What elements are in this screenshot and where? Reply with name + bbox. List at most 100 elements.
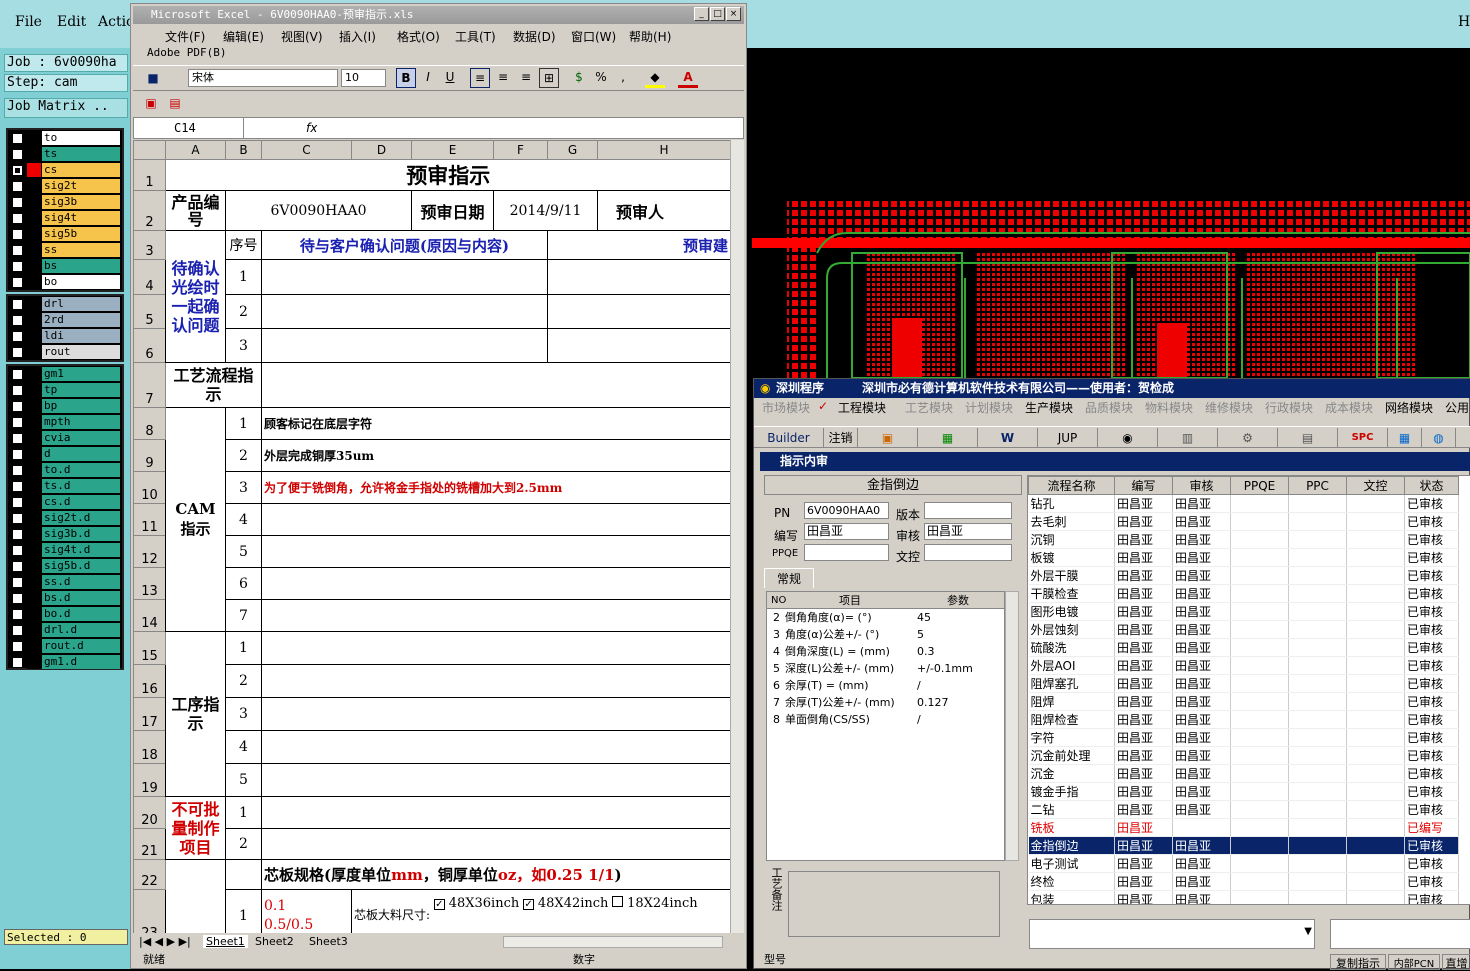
flow-cell[interactable]: 田昌亚 [1172,548,1231,567]
flow-cell[interactable]: 田昌亚 [1114,800,1173,819]
col-header[interactable]: H [597,140,730,160]
flow-cell[interactable] [1288,872,1347,891]
internal-pcn-button[interactable]: 内部PCN [1388,954,1440,970]
layer-toggle[interactable] [12,641,23,652]
flow-row[interactable]: 图形电镀 田昌亚 田昌亚 已审核 [1028,602,1459,621]
flow-cell[interactable]: 田昌亚 [1114,764,1173,783]
layer-name[interactable]: gm1.d [42,655,120,669]
process-cell[interactable] [261,730,730,764]
flow-cell[interactable]: 阻焊检查 [1028,710,1115,729]
param-row[interactable]: 5 深度(L)公差+/- (mm) +/-0.1mm [767,660,1004,677]
logout-button[interactable]: 注销 [824,428,858,448]
flow-row[interactable]: 钻孔 田昌亚 田昌亚 已审核 [1028,494,1459,513]
layer-name[interactable]: bp [42,399,120,413]
layer-row[interactable]: sig5b.d [8,558,122,574]
flow-cell[interactable]: 已审核 [1404,764,1459,783]
dropdown-arrow-icon[interactable]: ▼ [1304,926,1312,937]
layer-toggle[interactable] [12,561,23,572]
row-number[interactable]: 13 [133,567,166,600]
suggest-header[interactable]: 预审建 [547,230,730,260]
flow-cell[interactable] [1230,872,1289,891]
flow-cell[interactable]: 田昌亚 [1172,872,1231,891]
layer-name[interactable]: bo.d [42,607,120,621]
layer-toggle[interactable] [12,657,23,668]
flow-cell[interactable] [1346,746,1405,765]
flow-cell[interactable]: 已审核 [1404,566,1459,585]
flow-cell[interactable]: 沉金 [1028,764,1115,783]
cam-item[interactable] [261,535,730,568]
flow-cell[interactable]: 镀金手指 [1028,782,1115,801]
flow-cell[interactable]: 田昌亚 [1114,836,1173,855]
layer-toggle[interactable] [12,513,23,524]
flow-cell[interactable] [1230,674,1289,693]
col-header[interactable]: B [225,140,262,160]
flow-cell[interactable]: 田昌亚 [1114,782,1173,801]
flow-cell[interactable]: 已审核 [1404,782,1459,801]
menu-window[interactable]: 窗口(W) [571,28,616,45]
layer-name[interactable]: ts.d [42,479,120,493]
layer-row[interactable]: sig5b [8,226,122,242]
flow-cell[interactable] [1230,782,1289,801]
layer-toggle[interactable] [12,449,23,460]
process-cell[interactable] [261,697,730,731]
builder-button[interactable]: Builder [754,428,824,448]
layer-toggle[interactable] [12,165,23,176]
layer-name[interactable]: 2rd [42,313,120,327]
flow-cell[interactable]: 田昌亚 [1172,656,1231,675]
layer-row[interactable]: 2rd [8,312,122,328]
vertical-scrollbar[interactable] [730,140,744,933]
flow-cell[interactable]: 田昌亚 [1172,584,1231,603]
seq-cell[interactable]: 3 [225,328,262,363]
core-blank[interactable] [225,859,262,890]
flow-cell[interactable] [1288,692,1347,711]
underline-button[interactable]: U [440,68,460,88]
comma-icon[interactable]: , [613,68,633,88]
flow-cell[interactable] [1288,710,1347,729]
seq-cell[interactable]: 5 [225,535,262,568]
step-field[interactable]: Step: cam [4,74,128,92]
flow-cell[interactable]: 板镀 [1028,548,1115,567]
layer-toggle[interactable] [12,277,23,288]
flow-cell[interactable] [1288,854,1347,873]
font-size-select[interactable]: 10 [341,69,386,87]
flow-cell[interactable]: 田昌亚 [1114,746,1173,765]
flow-cell[interactable]: 阻焊塞孔 [1028,674,1115,693]
flow-cell[interactable]: 田昌亚 [1114,494,1173,513]
flow-cell[interactable] [1288,620,1347,639]
version-field[interactable] [924,502,1012,519]
flow-col-status[interactable]: 状态 [1404,476,1459,495]
confirm-header[interactable]: 待与客户确认问题(原因与内容) [261,230,548,260]
flow-cell[interactable] [1230,728,1289,747]
file-menu[interactable]: File [15,14,42,30]
flow-cell[interactable]: 田昌亚 [1172,764,1231,783]
layer-name[interactable]: cs.d [42,495,120,509]
nobatch-cell[interactable] [261,796,730,829]
layer-name[interactable]: sig5b.d [42,559,120,573]
flow-cell[interactable]: 已审核 [1404,674,1459,693]
flow-cell[interactable] [1288,530,1347,549]
flow-cell[interactable] [1346,674,1405,693]
layer-name[interactable]: sig2t.d [42,511,120,525]
flow-cell[interactable] [1230,746,1289,765]
layer-name[interactable]: sig4t.d [42,543,120,557]
flow-cell[interactable]: 田昌亚 [1114,548,1173,567]
flow-row[interactable]: 阻焊 田昌亚 田昌亚 已审核 [1028,692,1459,711]
row-number[interactable]: 5 [133,294,166,329]
flow-cell[interactable] [1230,764,1289,783]
cam-item[interactable] [261,567,730,600]
layer-toggle[interactable] [12,213,23,224]
row-number[interactable]: 15 [133,631,166,665]
menu-adobe-pdf[interactable]: Adobe PDF(B) [147,46,226,59]
flow-cell[interactable]: 已审核 [1404,800,1459,819]
module-market[interactable]: 市场模块 [762,399,810,416]
module-quality[interactable]: 品质模块 [1085,399,1133,416]
row-number[interactable]: 8 [133,407,166,440]
flow-cell[interactable]: 外层干膜 [1028,566,1115,585]
param-scrollbar[interactable] [1005,591,1019,861]
flow-cell[interactable]: 田昌亚 [1172,800,1231,819]
help-icon[interactable]: ▦ [1388,428,1422,448]
name-box[interactable]: C14 [134,118,244,138]
ppqe-field[interactable] [804,544,889,561]
layer-toggle[interactable] [12,625,23,636]
layer-row[interactable]: ts.d [8,478,122,494]
